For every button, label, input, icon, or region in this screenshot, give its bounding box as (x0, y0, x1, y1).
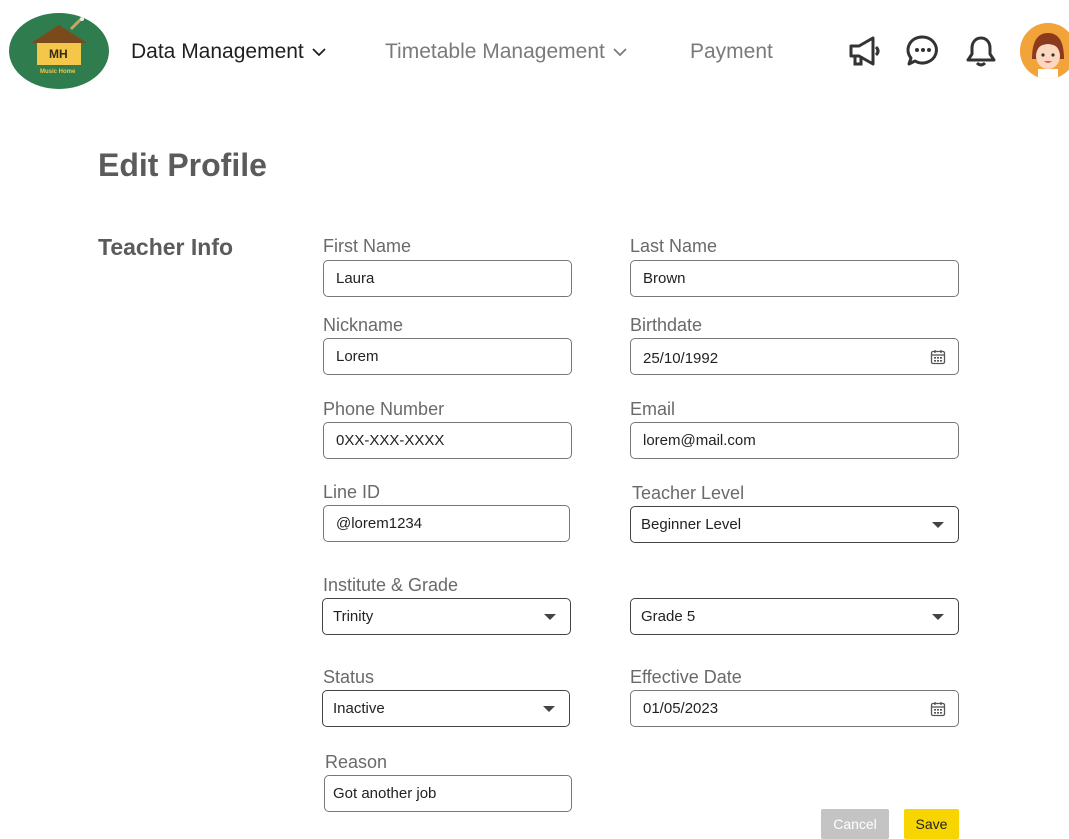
status-label: Status (323, 667, 375, 687)
grade-select[interactable]: Grade 5 (630, 598, 959, 635)
logo-subtext: Music Home (40, 69, 76, 75)
line-id-input[interactable] (323, 505, 570, 542)
caret-down-icon (932, 613, 944, 620)
caret-down-icon (932, 521, 944, 528)
calendar-icon[interactable] (930, 349, 946, 365)
page-title: Edit Profile (98, 147, 267, 183)
status-value: Inactive (333, 700, 385, 717)
music-home-logo[interactable]: MH Music Home (9, 13, 109, 89)
caret-down-icon (543, 705, 555, 712)
nickname-label: Nickname (323, 315, 404, 335)
chevron-down-icon (312, 47, 326, 56)
nav-timetable-management[interactable]: Timetable Management (385, 39, 627, 65)
nav-label: Data Management (131, 40, 304, 63)
effective-date-field[interactable]: 01/05/2023 (630, 690, 959, 727)
first-name-input[interactable] (323, 260, 572, 297)
teacher-level-label: Teacher Level (632, 483, 745, 503)
grade-value: Grade 5 (641, 608, 696, 625)
megaphone-icon[interactable] (846, 32, 884, 70)
birthdate-label: Birthdate (630, 315, 703, 335)
nav-label: Payment (690, 40, 773, 63)
phone-label: Phone Number (323, 399, 445, 419)
bell-icon[interactable] (962, 32, 1000, 70)
institute-value: Trinity (333, 608, 374, 625)
phone-input[interactable] (323, 422, 572, 459)
nickname-input[interactable] (323, 338, 572, 375)
status-select[interactable]: Inactive (322, 690, 570, 727)
birthdate-field[interactable]: 25/10/1992 (630, 338, 959, 375)
nav-label: Timetable Management (385, 40, 605, 63)
chevron-down-icon (613, 47, 627, 56)
institute-select[interactable]: Trinity (322, 598, 571, 635)
logo-text: MH (49, 47, 68, 61)
institute-grade-label: Institute & Grade (323, 575, 459, 595)
first-name-label: First Name (323, 236, 412, 256)
nav-payment[interactable]: Payment (690, 39, 773, 65)
calendar-icon[interactable] (930, 701, 946, 717)
user-avatar[interactable] (1020, 23, 1069, 79)
last-name-label: Last Name (630, 236, 718, 256)
birthdate-value: 25/10/1992 (643, 350, 719, 367)
caret-down-icon (544, 613, 556, 620)
save-button[interactable]: Save (904, 809, 959, 839)
cancel-button[interactable]: Cancel (821, 809, 889, 839)
chat-icon[interactable] (904, 32, 942, 70)
effective-date-value: 01/05/2023 (643, 700, 719, 717)
email-input[interactable] (630, 422, 959, 459)
reason-input[interactable] (324, 775, 572, 812)
effective-date-label: Effective Date (630, 667, 742, 687)
email-label: Email (630, 399, 676, 419)
teacher-level-select[interactable]: Beginner Level (630, 506, 959, 543)
last-name-input[interactable] (630, 260, 959, 297)
reason-label: Reason (325, 752, 388, 772)
section-title-teacher-info: Teacher Info (98, 234, 234, 260)
nav-data-management[interactable]: Data Management (131, 39, 326, 65)
teacher-level-value: Beginner Level (641, 516, 742, 533)
line-id-label: Line ID (323, 482, 381, 502)
